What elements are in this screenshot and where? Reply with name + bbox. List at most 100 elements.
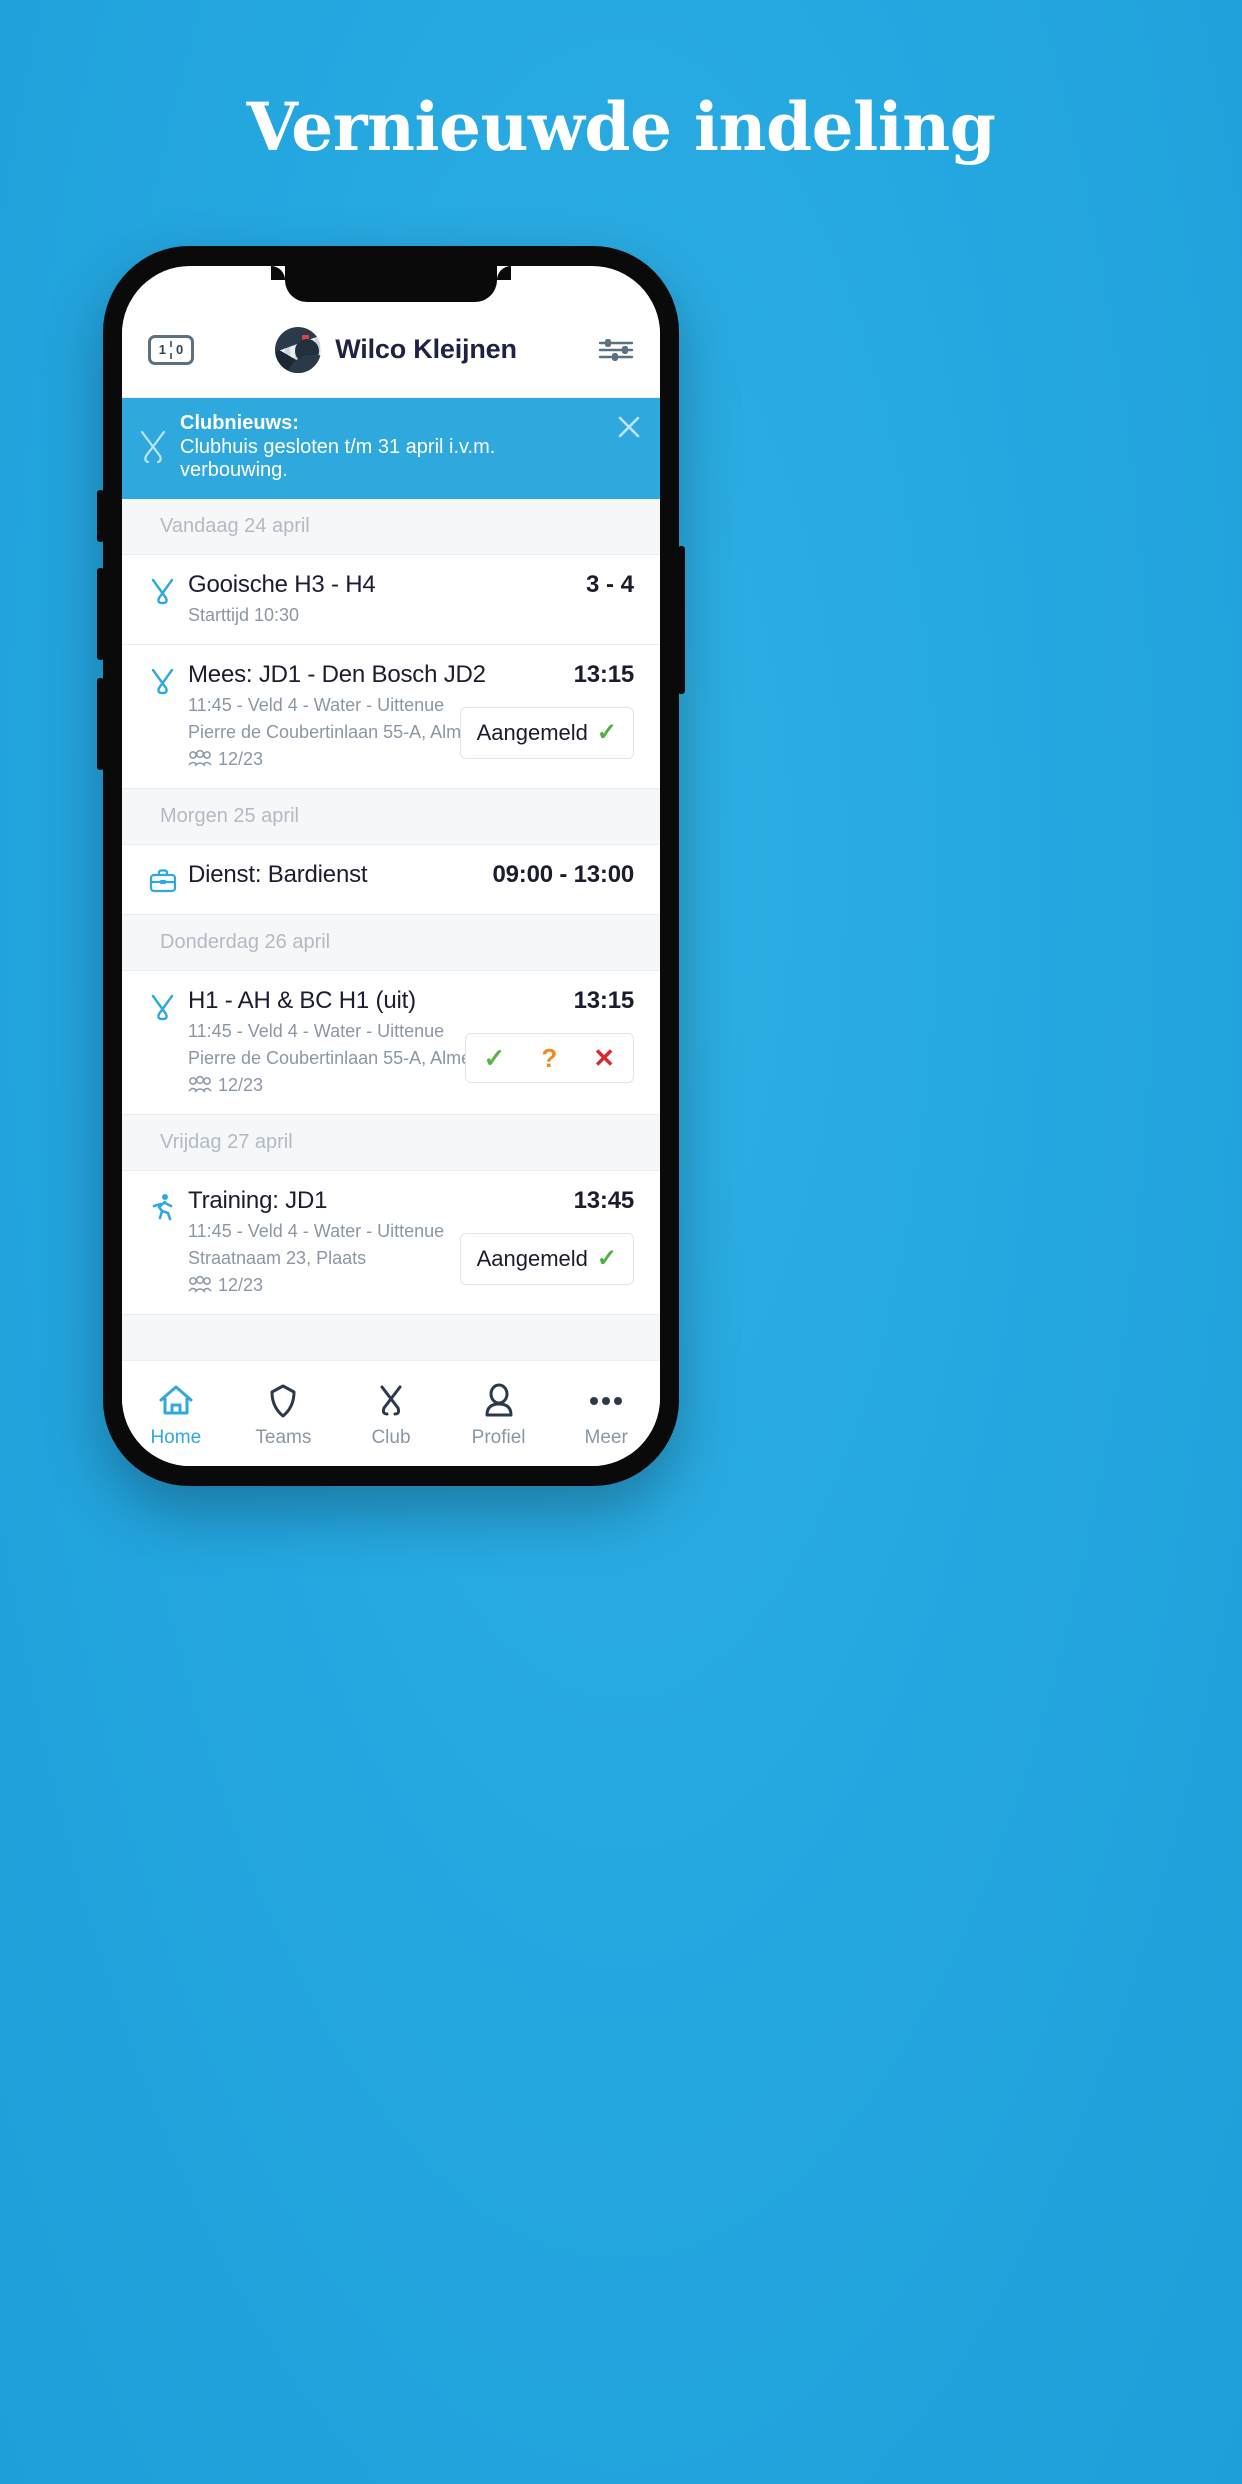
nav-item-home[interactable]: Home [122,1371,230,1449]
phone-silent-switch [97,490,104,542]
list-item-right: 09:00 - 13:00 [493,861,635,896]
list-item-title: Gooische H3 - H4 [188,570,376,598]
phone-mockup: 1 0 Wilco Kleijnen Clubnieuws: Clubhuis … [97,246,685,1486]
phone-notch [271,266,511,302]
attendance-count: 12/23 [218,1274,264,1295]
day-header-vandaag: Vandaag 24 april [122,498,660,555]
scoreboard-left-value: 1 [158,342,166,357]
attendance-count: 12/23 [218,748,264,769]
club-news-banner[interactable]: Clubnieuws: Clubhuis gesloten t/m 31 apr… [122,398,660,499]
check-icon: ✓ [596,718,617,746]
sliders-icon[interactable] [598,336,634,364]
aangemeld-button[interactable]: Aangemeld ✓ [459,1232,634,1285]
scoreboard-right-value: 0 [176,342,184,357]
list-item[interactable]: H1 - AH & BC H1 (uit) 11:45 - Veld 4 - W… [122,970,660,1115]
aangemeld-button[interactable]: Aangemeld ✓ [459,706,634,759]
briefcase-icon [149,869,177,892]
list-item-title: H1 - AH & BC H1 (uit) [188,986,416,1014]
list-item-right: 13:45 Aangemeld ✓ [459,1186,635,1296]
app-header: 1 0 Wilco Kleijnen [122,302,660,398]
user-name: Wilco Kleijnen [335,334,517,364]
nav-item-club[interactable]: Club [337,1371,445,1449]
attendance-choice-group[interactable]: ✓ ? ✕ [464,1032,634,1083]
list-item-body: Dienst: Bardienst [188,861,485,889]
check-icon: ✓ [596,1244,617,1272]
person-icon [485,1383,513,1416]
list-item[interactable]: Dienst: Bardienst 09:00 - 13:00 [122,844,660,915]
phone-screen: 1 0 Wilco Kleijnen Clubnieuws: Clubhuis … [122,266,660,1466]
list-item-attendance: 12/23 [188,749,452,770]
hockey-sticks-icon [151,668,174,694]
list-item-time: 13:15 [573,660,635,688]
attend-yes-button[interactable]: ✓ [466,1034,524,1082]
list-item-time: 09:00 - 13:00 [492,860,635,888]
nav-item-teams[interactable]: Teams [230,1371,338,1449]
list-item-title: Dienst: Bardienst [188,860,368,888]
running-person-icon [152,1193,173,1221]
list-item-attendance: 12/23 [188,1075,457,1096]
people-icon [188,1076,212,1093]
nav-label-profiel: Profiel [471,1426,526,1448]
list-item-title: Training: JD1 [188,1186,328,1214]
banner-title: Clubnieuws: [180,412,299,434]
list-item-address: Straatnaam 23, Plaats [188,1247,367,1268]
phone-volume-down-button [97,678,104,770]
scoreboard-icon[interactable]: 1 0 [148,334,194,365]
sticks-icon [380,1385,402,1415]
day-header-donderdag: Donderdag 26 april [122,914,660,971]
ellipsis-icon [590,1396,623,1405]
list-item-time: 13:45 [573,1186,635,1214]
people-icon [188,750,212,767]
list-item-body: H1 - AH & BC H1 (uit) 11:45 - Veld 4 - W… [188,986,488,1096]
nav-item-meer[interactable]: Meer [552,1371,660,1449]
attend-maybe-button[interactable]: ? [523,1034,575,1082]
day-header-vrijdag: Vrijdag 27 april [122,1114,660,1171]
home-icon [159,1385,193,1414]
aangemeld-label: Aangemeld [476,719,588,745]
list-item-attendance: 12/23 [188,1275,452,1296]
list-item[interactable]: Training: JD1 11:45 - Veld 4 - Water - U… [122,1170,660,1315]
nav-label-club: Club [371,1426,411,1448]
hockey-sticks-icon [151,578,174,604]
day-header-morgen: Morgen 25 april [122,788,660,845]
list-item-body: Mees: JD1 - Den Bosch JD2 11:45 - Veld 4… [188,660,488,770]
match-score: 3 - 4 [585,570,634,598]
list-item-subtitle: Starttijd 10:30 [188,604,300,625]
header-user[interactable]: Wilco Kleijnen [194,326,598,373]
nav-label-meer: Meer [584,1426,628,1448]
shield-icon [270,1384,296,1417]
crossed-hockey-sticks-icon [140,431,166,464]
page-title: Vernieuwde indeling [246,88,996,166]
banner-message: Clubhuis gesloten t/m 31 april i.v.m. ve… [180,435,496,482]
list-item-address: Pierre de Coubertinlaan 55-A, Almere [188,1047,488,1068]
list-item-right: 3 - 4 [586,571,634,626]
list-item-right: 13:15 Aangemeld ✓ [459,660,635,770]
phone-power-button [678,546,685,694]
list-item-subtitle: 11:45 - Veld 4 - Water - Uittenue [188,694,445,715]
hockey-sticks-icon [151,994,174,1020]
list-item-address: Pierre de Coubertinlaan 55-A, Almere [188,721,488,742]
close-icon[interactable] [616,414,642,440]
avatar[interactable] [275,326,322,373]
list-item-subtitle: 11:45 - Veld 4 - Water - Uittenue [188,1020,445,1041]
list-item-body: Gooische H3 - H4 Starttijd 10:30 [188,571,578,626]
avatar-body [287,355,322,373]
list-item-time: 13:15 [573,986,635,1014]
phone-volume-up-button [97,568,104,660]
scoreboard-separator [170,340,172,359]
list-item-subtitle: 11:45 - Veld 4 - Water - Uittenue [188,1220,445,1241]
banner-text: Clubnieuws: Clubhuis gesloten t/m 31 apr… [180,412,604,483]
list-item-right: 13:15 ✓ ? ✕ [464,986,635,1096]
aangemeld-label: Aangemeld [476,1245,588,1271]
attendance-count: 12/23 [218,1074,264,1095]
nav-label-home: Home [150,1426,202,1448]
bottom-navigation: Home Teams Club Profiel Meer [122,1360,660,1466]
list-item-title: Mees: JD1 - Den Bosch JD2 [188,660,486,688]
list-item[interactable]: Mees: JD1 - Den Bosch JD2 11:45 - Veld 4… [122,644,660,789]
list-item[interactable]: Gooische H3 - H4 Starttijd 10:30 3 - 4 [122,554,660,645]
list-item-body: Training: JD1 11:45 - Veld 4 - Water - U… [188,1187,452,1296]
nav-item-profiel[interactable]: Profiel [445,1371,553,1449]
people-icon [188,1276,212,1293]
nav-label-teams: Teams [255,1426,312,1448]
attend-no-button[interactable]: ✕ [575,1034,633,1082]
